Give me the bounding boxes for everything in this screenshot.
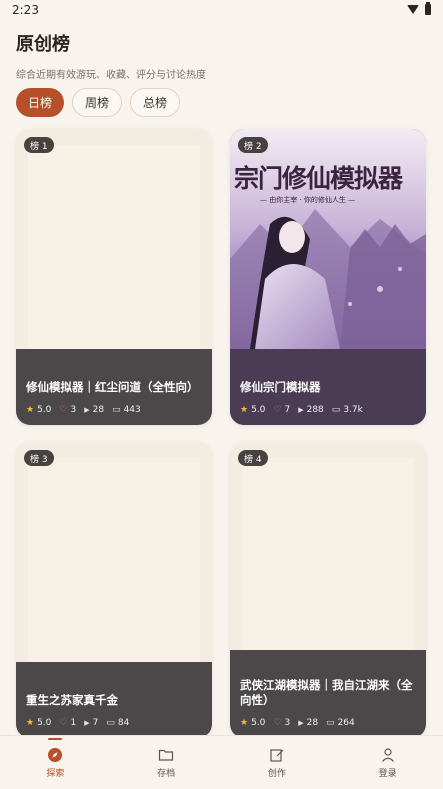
status-time: 2:23: [12, 3, 39, 17]
likes-count: 3: [284, 718, 291, 728]
heart-icon: ♡: [59, 405, 68, 415]
nav-label: 存档: [157, 768, 176, 779]
rank-card-1[interactable]: 榜 1 修仙模拟器｜红尘问道（全性向） ★ 5.0 ♡ 3 ▶ 28 ▭ 443: [16, 129, 212, 425]
edit-icon: [270, 748, 284, 762]
nav-explore[interactable]: 探索: [0, 736, 111, 789]
card-title: 武侠江湖模拟器｜我自江湖来（全向性）: [240, 678, 413, 707]
plays-count: 7: [92, 718, 99, 728]
play-icon: ▶: [84, 406, 90, 414]
nav-create[interactable]: 创作: [222, 736, 333, 789]
rank-badge: 榜 1: [24, 137, 54, 153]
nav-label: 登录: [378, 768, 397, 779]
nav-label: 创作: [267, 768, 286, 779]
plays-count: 288: [306, 405, 324, 415]
comment-icon: ▭: [331, 405, 341, 415]
rank-badge: 榜 4: [238, 450, 268, 466]
cover-image: [242, 458, 414, 668]
card-title: 修仙模拟器｜红尘问道（全性向）: [26, 380, 199, 394]
plays-count: 28: [306, 718, 319, 728]
card-stats: ★ 5.0 ♡ 3 ▶ 28 ▭ 443: [26, 405, 141, 415]
likes-count: 7: [284, 405, 291, 415]
play-icon: ▶: [298, 406, 304, 414]
nav-login[interactable]: 登录: [332, 736, 443, 789]
rating: 5.0: [37, 718, 52, 728]
card-stats: ★ 5.0 ♡ 7 ▶ 288 ▭ 3.7k: [240, 405, 363, 415]
user-icon: [381, 747, 394, 762]
play-icon: ▶: [84, 719, 90, 727]
plays-count: 28: [92, 405, 105, 415]
rating: 5.0: [251, 405, 266, 415]
rank-card-4[interactable]: 榜 4 武侠江湖模拟器｜我自江湖来（全向性） ★ 5.0 ♡ 3 ▶ 28 ▭ 264: [230, 442, 426, 738]
heart-icon: ♡: [273, 405, 282, 415]
rank-card-3[interactable]: 榜 3 重生之苏家真千金 ★ 5.0 ♡ 1 ▶ 7 ▭ 84: [16, 442, 212, 738]
star-icon: ★: [26, 718, 35, 728]
compass-icon: [48, 747, 63, 762]
comments-count: 84: [117, 718, 130, 728]
heart-icon: ♡: [59, 718, 68, 728]
comments-count: 3.7k: [343, 405, 363, 415]
tab-daily[interactable]: 日榜: [16, 88, 65, 117]
rank-badge: 榜 2: [238, 137, 268, 153]
page-subtitle: 综合近期有效游玩、收藏、评分与讨论热度: [16, 70, 206, 81]
play-icon: ▶: [298, 719, 304, 727]
bottom-nav: 探索 存档 创作 登录: [0, 735, 443, 789]
card-stats: ★ 5.0 ♡ 1 ▶ 7 ▭ 84: [26, 718, 129, 728]
nav-label: 探索: [46, 768, 65, 779]
tab-total[interactable]: 总榜: [130, 88, 181, 117]
folder-icon: [159, 749, 174, 761]
wifi-icon: [407, 5, 419, 14]
star-icon: ★: [26, 405, 35, 415]
cover-image: [28, 145, 200, 355]
card-title: 修仙宗门模拟器: [240, 380, 321, 394]
comments-count: 264: [337, 718, 355, 728]
rating: 5.0: [251, 718, 266, 728]
star-icon: ★: [240, 718, 249, 728]
tab-weekly[interactable]: 周榜: [72, 88, 123, 117]
comment-icon: ▭: [112, 405, 121, 415]
card-stats: ★ 5.0 ♡ 3 ▶ 28 ▭ 264: [240, 718, 355, 728]
comment-icon: ▭: [326, 718, 335, 728]
rating: 5.0: [37, 405, 52, 415]
status-bar: 2:23: [0, 0, 443, 22]
comment-icon: ▭: [106, 718, 115, 728]
heart-icon: ♡: [273, 718, 282, 728]
card-title: 重生之苏家真千金: [26, 693, 118, 707]
page-title: 原创榜: [16, 34, 70, 55]
cover-subtitle: — 由你主宰 · 你的修仙人生 —: [260, 196, 356, 204]
battery-icon: [425, 2, 431, 15]
ranking-tabs: 日榜 周榜 总榜: [16, 88, 181, 117]
nav-archive[interactable]: 存档: [111, 736, 222, 789]
likes-count: 3: [70, 405, 77, 415]
cover-title: 宗门修仙模拟器: [234, 164, 403, 193]
cover-image: [28, 458, 200, 668]
likes-count: 1: [70, 718, 77, 728]
rank-card-2[interactable]: 宗门修仙模拟器 — 由你主宰 · 你的修仙人生 — 榜 2 修仙宗门模拟器 ★ 5…: [230, 129, 426, 425]
comments-count: 443: [123, 405, 141, 415]
star-icon: ★: [240, 405, 249, 415]
rank-badge: 榜 3: [24, 450, 54, 466]
